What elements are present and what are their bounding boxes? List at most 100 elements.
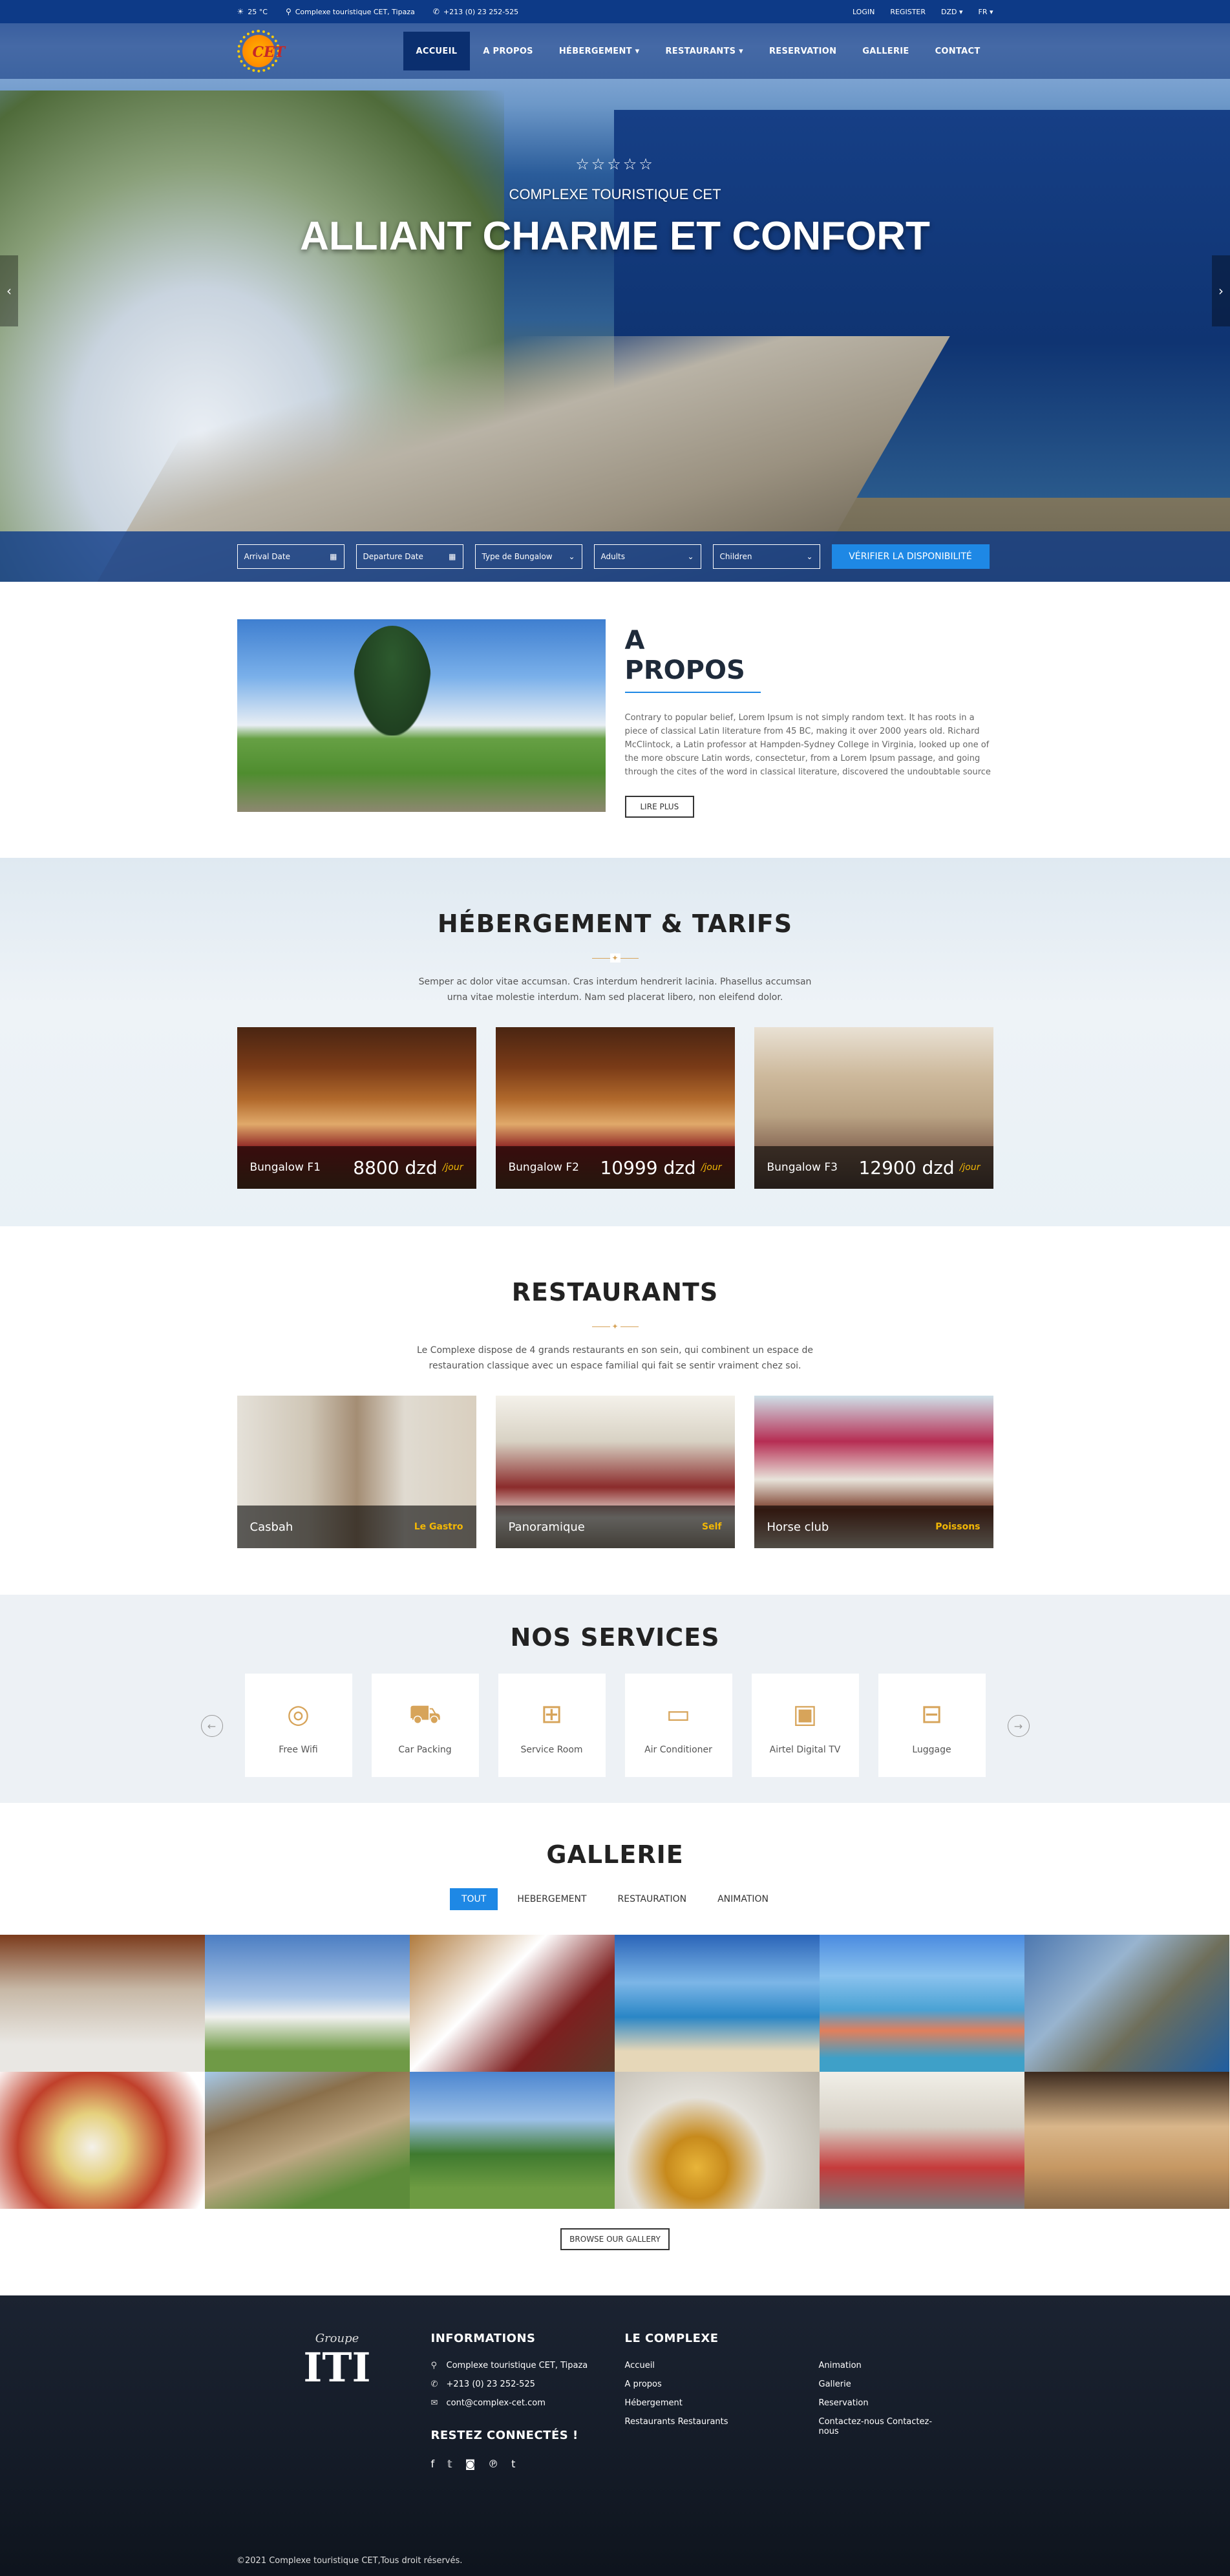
- gallery-image[interactable]: [615, 2072, 820, 2209]
- room-card[interactable]: Bungalow F2 10999 dzd/jour: [495, 1027, 735, 1189]
- nav-reservation[interactable]: RESERVATION: [756, 32, 849, 70]
- footer-link-contact[interactable]: Contactez-nous Contactez-nous: [819, 2417, 948, 2436]
- gallery-image[interactable]: [820, 2072, 1024, 2209]
- currency-dropdown[interactable]: DZD ▾: [941, 8, 963, 16]
- read-more-button[interactable]: LIRE PLUS: [624, 796, 695, 818]
- children-select[interactable]: Children ⌄: [712, 544, 820, 569]
- filter-animation[interactable]: ANIMATION: [706, 1888, 780, 1910]
- slider-prev-button[interactable]: ‹: [0, 255, 18, 326]
- footer-link-animation[interactable]: Animation: [819, 2361, 948, 2370]
- gallery-image[interactable]: [205, 1935, 410, 2072]
- location-pin-icon: ⚲: [285, 7, 292, 16]
- chevron-down-icon: ⌄: [568, 552, 575, 561]
- login-link[interactable]: LOGIN: [853, 8, 875, 16]
- gallery-image[interactable]: [205, 2072, 410, 2209]
- car-icon: ⛟: [408, 1699, 441, 1729]
- footer-email[interactable]: cont@complex-cet.com: [447, 2398, 546, 2408]
- ornament-divider: ✦: [591, 953, 639, 963]
- address-info: ⚲ Complexe touristique CET, Tipaza: [285, 7, 415, 16]
- facebook-icon[interactable]: f: [431, 2458, 435, 2470]
- site-logo[interactable]: CET: [237, 28, 292, 74]
- restaurant-name: Horse club: [767, 1520, 829, 1534]
- weather-info: ☀ 25 °C: [237, 7, 268, 16]
- arrival-date-field[interactable]: Arrival Date ▦: [237, 544, 345, 569]
- service-label: Car Packing: [398, 1745, 452, 1755]
- check-availability-button[interactable]: VÉRIFIER LA DISPONIBILITÉ: [831, 544, 990, 569]
- footer-link-a-propos[interactable]: A propos: [625, 2379, 819, 2389]
- pinterest-icon[interactable]: ℗: [488, 2458, 498, 2470]
- ornament-divider: ✦: [591, 1322, 639, 1331]
- gallery-grid: [0, 1935, 1230, 2209]
- room-price: 10999 dzd: [600, 1156, 696, 1178]
- services-next-button[interactable]: →: [1007, 1715, 1030, 1737]
- calendar-icon: ▦: [449, 552, 456, 561]
- room-price-unit: /jour: [701, 1162, 722, 1173]
- register-link[interactable]: REGISTER: [890, 8, 926, 16]
- footer-info-title: INFORMATIONS: [430, 2332, 536, 2345]
- about-text: Contrary to popular belief, Lorem Ipsum …: [624, 713, 991, 777]
- services-prev-button[interactable]: ←: [200, 1715, 223, 1737]
- browse-gallery-button[interactable]: BROWSE OUR GALLERY: [560, 2228, 670, 2250]
- filter-hebergement[interactable]: HEBERGEMENT: [505, 1888, 598, 1910]
- room-card[interactable]: Bungalow F3 12900 dzd/jour: [754, 1027, 993, 1189]
- footer-logo-top: Groupe: [315, 2332, 359, 2345]
- twitter-icon[interactable]: 𝕥: [447, 2458, 452, 2470]
- footer-link-reservation[interactable]: Reservation: [819, 2398, 948, 2408]
- calendar-icon: ▦: [330, 552, 337, 561]
- room-card[interactable]: Bungalow F1 8800 dzd/jour: [237, 1027, 476, 1189]
- slider-next-button[interactable]: ›: [1212, 255, 1230, 326]
- nav-a-propos[interactable]: A PROPOS: [470, 32, 546, 70]
- mail-icon: ✉: [430, 2398, 438, 2408]
- footer-logo[interactable]: Groupe ITI: [289, 2332, 386, 2470]
- filter-restauration[interactable]: RESTAURATION: [606, 1888, 699, 1910]
- location-pin-icon: ⚲: [430, 2361, 438, 2370]
- service-label: Airtel Digital TV: [769, 1745, 841, 1755]
- nav-hebergement[interactable]: HÉBERGEMENT ▾: [546, 32, 653, 70]
- gallery-image[interactable]: [410, 1935, 615, 2072]
- hero-title: ALLIANT CHARME ET CONFORT: [300, 214, 930, 259]
- room-price-unit: /jour: [959, 1162, 981, 1173]
- room-name: Bungalow F3: [767, 1161, 838, 1174]
- nav-accueil[interactable]: ACCUEIL: [403, 32, 471, 70]
- nav-contact[interactable]: CONTACT: [922, 32, 993, 70]
- service-card[interactable]: ▭ Air Conditioner: [624, 1674, 732, 1777]
- adults-select[interactable]: Adults ⌄: [593, 544, 701, 569]
- wifi-icon: ◎: [287, 1699, 310, 1729]
- gallery-image[interactable]: [1024, 2072, 1229, 2209]
- footer-link-hebergement[interactable]: Hébergement: [625, 2398, 819, 2408]
- service-card[interactable]: ▣ Airtel Digital TV: [751, 1674, 859, 1777]
- restaurant-card[interactable]: Casbah Le Gastro: [237, 1396, 476, 1548]
- restaurant-card[interactable]: Horse club Poissons: [754, 1396, 993, 1548]
- tv-icon: ▣: [792, 1699, 818, 1729]
- gallery-image[interactable]: [410, 2072, 615, 2209]
- gallery-image[interactable]: [1024, 1935, 1229, 2072]
- hero-subtitle: COMPLEXE TOURISTIQUE CET: [509, 186, 721, 202]
- service-card[interactable]: ⊟ Luggage: [878, 1674, 986, 1777]
- tumblr-icon[interactable]: t: [511, 2458, 515, 2470]
- footer-link-restaurants[interactable]: Restaurants Restaurants: [625, 2417, 819, 2436]
- gallery-image[interactable]: [0, 2072, 205, 2209]
- service-label: Service Room: [520, 1745, 583, 1755]
- service-card[interactable]: ⛟ Car Packing: [371, 1674, 479, 1777]
- bungalow-type-select[interactable]: Type de Bungalow ⌄: [474, 544, 582, 569]
- copyright-text: ©2021 Complexe touristique CET,Tous droi…: [237, 2556, 463, 2566]
- footer-complex-title: LE COMPLEXE: [624, 2332, 719, 2345]
- restaurant-card[interactable]: Panoramique Self: [495, 1396, 735, 1548]
- filter-tout[interactable]: TOUT: [449, 1888, 498, 1910]
- footer-link-accueil[interactable]: Accueil: [625, 2361, 819, 2370]
- nav-restaurants[interactable]: RESTAURANTS ▾: [653, 32, 756, 70]
- main-navbar: CET ACCUEIL A PROPOS HÉBERGEMENT ▾ RESTA…: [0, 23, 1230, 79]
- service-card[interactable]: ◎ Free Wifi: [244, 1674, 352, 1777]
- nav-gallerie[interactable]: GALLERIE: [849, 32, 922, 70]
- gallery-image[interactable]: [0, 1935, 205, 2072]
- gallery-image[interactable]: [615, 1935, 820, 2072]
- service-card[interactable]: ⊞ Service Room: [498, 1674, 606, 1777]
- gallery-image[interactable]: [820, 1935, 1024, 2072]
- room-name: Bungalow F2: [508, 1161, 579, 1174]
- phone-icon: ✆: [432, 7, 440, 16]
- language-dropdown[interactable]: FR ▾: [979, 8, 993, 16]
- hero-section: ☀ 25 °C ⚲ Complexe touristique CET, Tipaza…: [0, 0, 1230, 582]
- departure-date-field[interactable]: Departure Date ▦: [355, 544, 463, 569]
- instagram-icon[interactable]: ◙: [465, 2458, 476, 2470]
- footer-link-gallerie[interactable]: Gallerie: [819, 2379, 948, 2389]
